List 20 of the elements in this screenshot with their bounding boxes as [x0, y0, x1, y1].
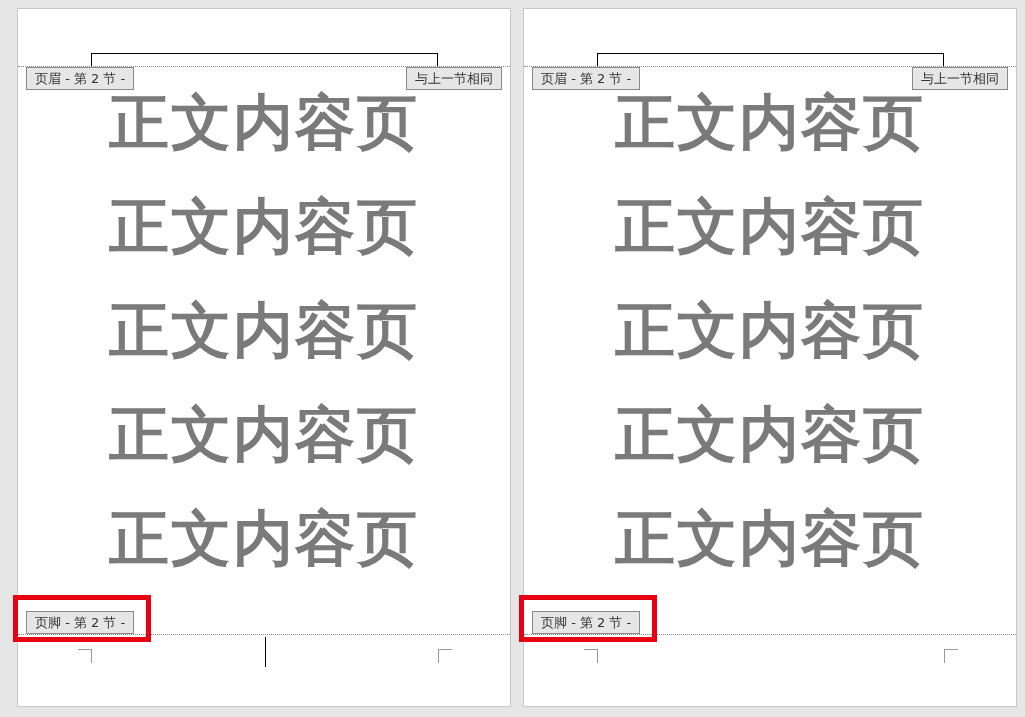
corner-mark	[944, 649, 958, 663]
body-text-line: 正文内容页	[615, 194, 925, 258]
header-section-tag[interactable]: 页眉 - 第 2 节 -	[532, 67, 641, 90]
footer-section-tag[interactable]: 页脚 - 第 2 节 -	[26, 611, 135, 634]
body-text-line: 正文内容页	[615, 298, 925, 362]
body-text-line: 正文内容页	[615, 506, 925, 570]
body-text-line: 正文内容页	[109, 298, 419, 362]
body-text-line: 正文内容页	[615, 90, 925, 154]
body-text-line: 正文内容页	[109, 506, 419, 570]
corner-mark	[584, 649, 598, 663]
body-text-line: 正文内容页	[109, 402, 419, 466]
body-text-line: 正文内容页	[109, 90, 419, 154]
body-text-line: 正文内容页	[615, 402, 925, 466]
corner-mark	[438, 649, 452, 663]
corner-mark	[78, 649, 92, 663]
same-as-previous-tag[interactable]: 与上一节相同	[406, 67, 502, 90]
body-text-line: 正文内容页	[109, 194, 419, 258]
header-section-tag[interactable]: 页眉 - 第 2 节 -	[26, 67, 135, 90]
same-as-previous-tag[interactable]: 与上一节相同	[912, 67, 1008, 90]
footer-section-tag[interactable]: 页脚 - 第 2 节 -	[532, 611, 641, 634]
